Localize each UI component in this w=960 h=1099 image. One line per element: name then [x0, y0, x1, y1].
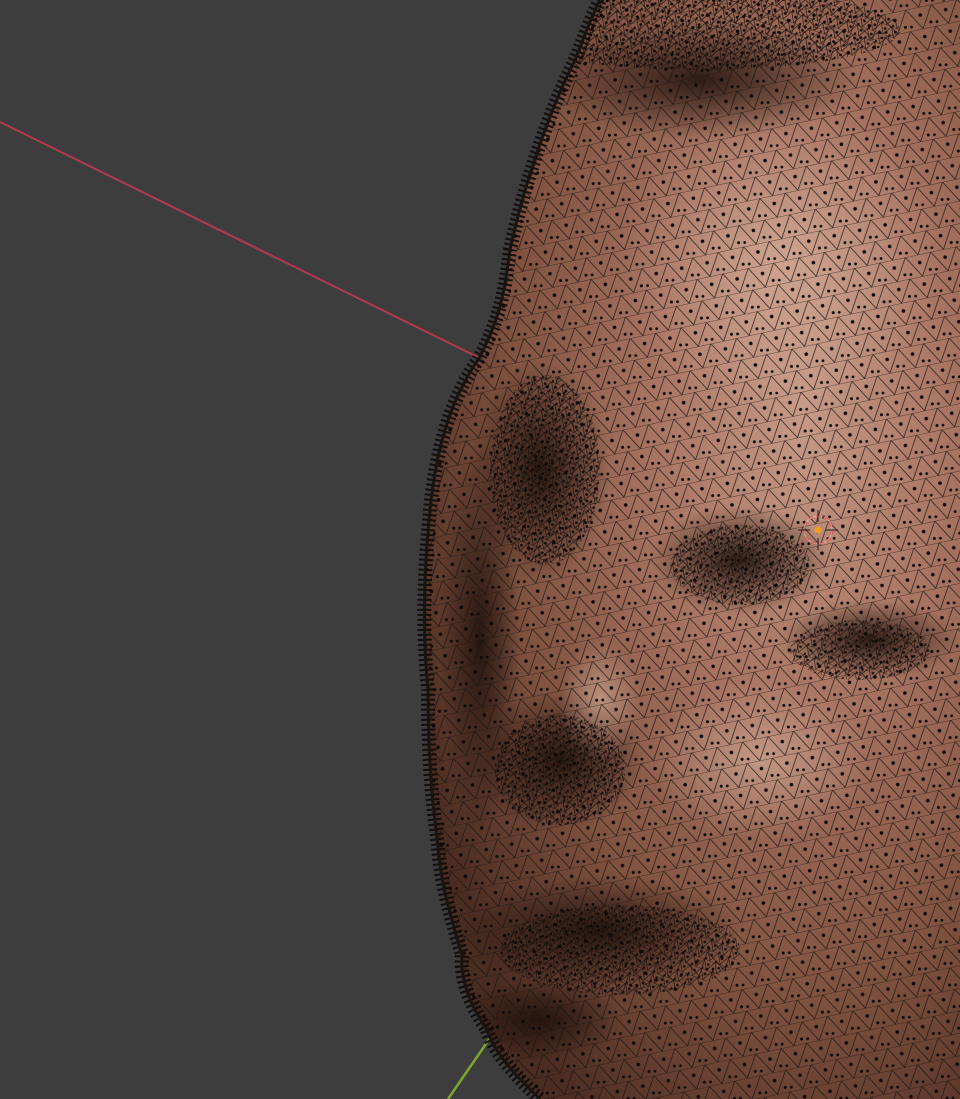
3d-viewport[interactable]	[0, 0, 960, 1099]
viewport-canvas[interactable]	[0, 0, 960, 1099]
